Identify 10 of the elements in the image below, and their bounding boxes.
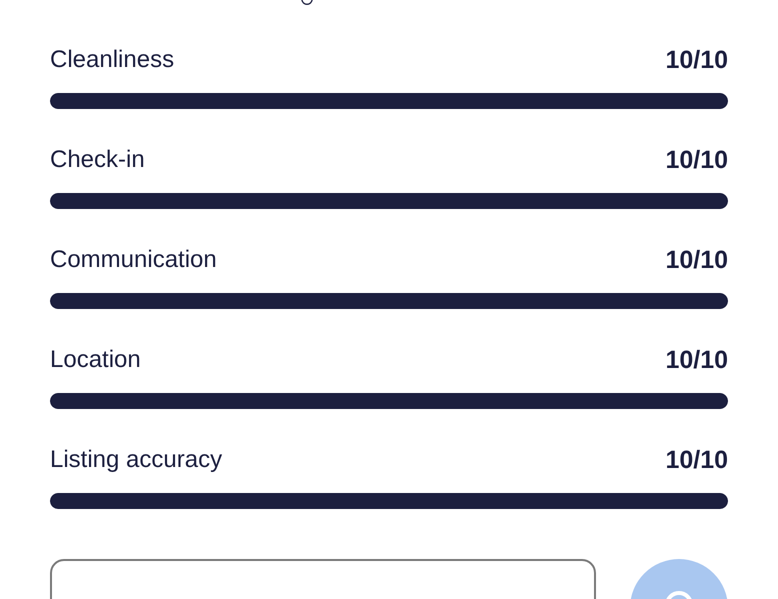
rating-score: 10/10 xyxy=(665,246,728,274)
rating-score: 10/10 xyxy=(665,46,728,74)
rating-label: Location xyxy=(50,346,141,374)
rating-label: Check-in xyxy=(50,146,145,174)
rating-score: 10/10 xyxy=(665,446,728,474)
rating-score: 10/10 xyxy=(665,146,728,174)
rating-label: Communication xyxy=(50,246,217,274)
rating-label: Cleanliness xyxy=(50,46,174,74)
rating-score: 10/10 xyxy=(665,346,728,374)
rating-label: Listing accuracy xyxy=(50,446,222,474)
